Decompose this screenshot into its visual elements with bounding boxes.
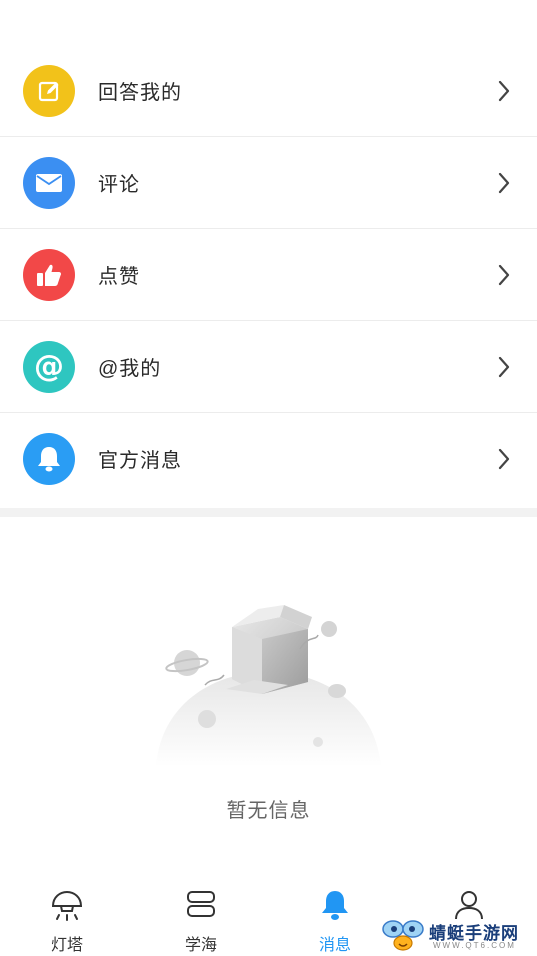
menu-item-label: 评论 bbox=[98, 174, 140, 196]
chevron-right-icon bbox=[498, 356, 510, 377]
message-menu: 回答我的 评论 点赞 @ @我的 官方消息 bbox=[0, 45, 537, 504]
watermark-url: WWW.QT6.COM bbox=[433, 941, 516, 950]
tab-study[interactable]: 学海 bbox=[134, 880, 268, 956]
menu-item-answers[interactable]: 回答我的 bbox=[0, 45, 537, 137]
section-divider bbox=[0, 508, 537, 517]
chevron-right-icon bbox=[498, 448, 510, 469]
menu-item-label: 官方消息 bbox=[98, 450, 182, 472]
mail-icon bbox=[23, 156, 75, 209]
tab-lighthouse[interactable]: 灯塔 bbox=[0, 880, 134, 956]
chevron-right-icon bbox=[498, 264, 510, 285]
menu-item-mentions[interactable]: @ @我的 bbox=[0, 321, 537, 413]
chevron-right-icon bbox=[498, 80, 510, 101]
menu-item-label: 回答我的 bbox=[98, 82, 182, 104]
bell-icon bbox=[322, 891, 348, 920]
thumbs-up-icon bbox=[23, 248, 75, 301]
lamp-icon bbox=[51, 890, 83, 921]
empty-box-illustration bbox=[156, 605, 381, 767]
menu-item-likes[interactable]: 点赞 bbox=[0, 229, 537, 321]
empty-state bbox=[0, 517, 537, 877]
watermark: 蜻蜓手游网 WWW.QT6.COM bbox=[381, 915, 531, 955]
at-icon: @ bbox=[23, 340, 75, 393]
empty-message: 暂无信息 bbox=[226, 800, 311, 822]
menu-item-official[interactable]: 官方消息 bbox=[0, 413, 537, 504]
menu-item-label: @我的 bbox=[98, 358, 162, 380]
tab-label: 灯塔 bbox=[50, 937, 83, 954]
bell-icon bbox=[23, 432, 75, 485]
menu-item-comments[interactable]: 评论 bbox=[0, 137, 537, 229]
books-icon bbox=[187, 891, 215, 917]
tab-label: 学海 bbox=[184, 937, 217, 954]
chevron-right-icon bbox=[498, 172, 510, 193]
menu-item-label: 点赞 bbox=[98, 266, 140, 288]
dragonfly-logo-icon bbox=[382, 920, 424, 951]
edit-icon bbox=[23, 64, 75, 117]
